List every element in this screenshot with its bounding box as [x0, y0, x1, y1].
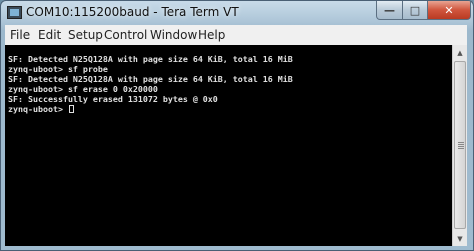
- terminal-screen[interactable]: SF: Detected N25Q128A with page size 64 …: [5, 45, 452, 246]
- grip-icon: [458, 142, 464, 143]
- vertical-scrollbar[interactable]: ▲ ▼: [452, 45, 467, 246]
- menu-control[interactable]: Control: [104, 28, 147, 42]
- menu-window[interactable]: Window: [150, 28, 197, 42]
- terminal-line: zynq-uboot> sf erase 0 0x20000: [8, 84, 158, 94]
- arrow-down-icon[interactable]: ▼: [453, 231, 467, 246]
- terminal-line: zynq-uboot> sf probe: [8, 64, 108, 74]
- arrow-up-icon[interactable]: ▲: [453, 45, 467, 60]
- terminal-prompt-line: zynq-uboot>: [8, 104, 74, 114]
- menu-setup[interactable]: Setup: [68, 28, 103, 42]
- title-bar[interactable]: COM10:115200baud - Tera Term VT — □ ✕: [1, 1, 473, 25]
- terminal-line: SF: Detected N25Q128A with page size 64 …: [8, 74, 293, 84]
- terminal-line: SF: Successfully erased 131072 bytes @ 0…: [8, 94, 218, 104]
- terminal-area: SF: Detected N25Q128A with page size 64 …: [5, 45, 467, 246]
- tera-term-icon[interactable]: [7, 6, 22, 19]
- maximize-button[interactable]: □: [402, 1, 428, 20]
- text-cursor: [68, 105, 74, 113]
- minimize-button[interactable]: —: [376, 1, 403, 20]
- close-button[interactable]: ✕: [427, 1, 471, 20]
- menu-help[interactable]: Help: [198, 28, 225, 42]
- menu-edit[interactable]: Edit: [38, 28, 61, 42]
- terminal-prompt: zynq-uboot>: [8, 104, 68, 114]
- menu-bar: File Edit Setup Control Window Help: [5, 25, 467, 46]
- tera-term-window: COM10:115200baud - Tera Term VT — □ ✕ Fi…: [0, 0, 474, 251]
- scrollbar-thumb[interactable]: [454, 61, 466, 229]
- window-title: COM10:115200baud - Tera Term VT: [26, 5, 239, 19]
- terminal-line: SF: Detected N25Q128A with page size 64 …: [8, 54, 293, 64]
- menu-file[interactable]: File: [10, 28, 30, 42]
